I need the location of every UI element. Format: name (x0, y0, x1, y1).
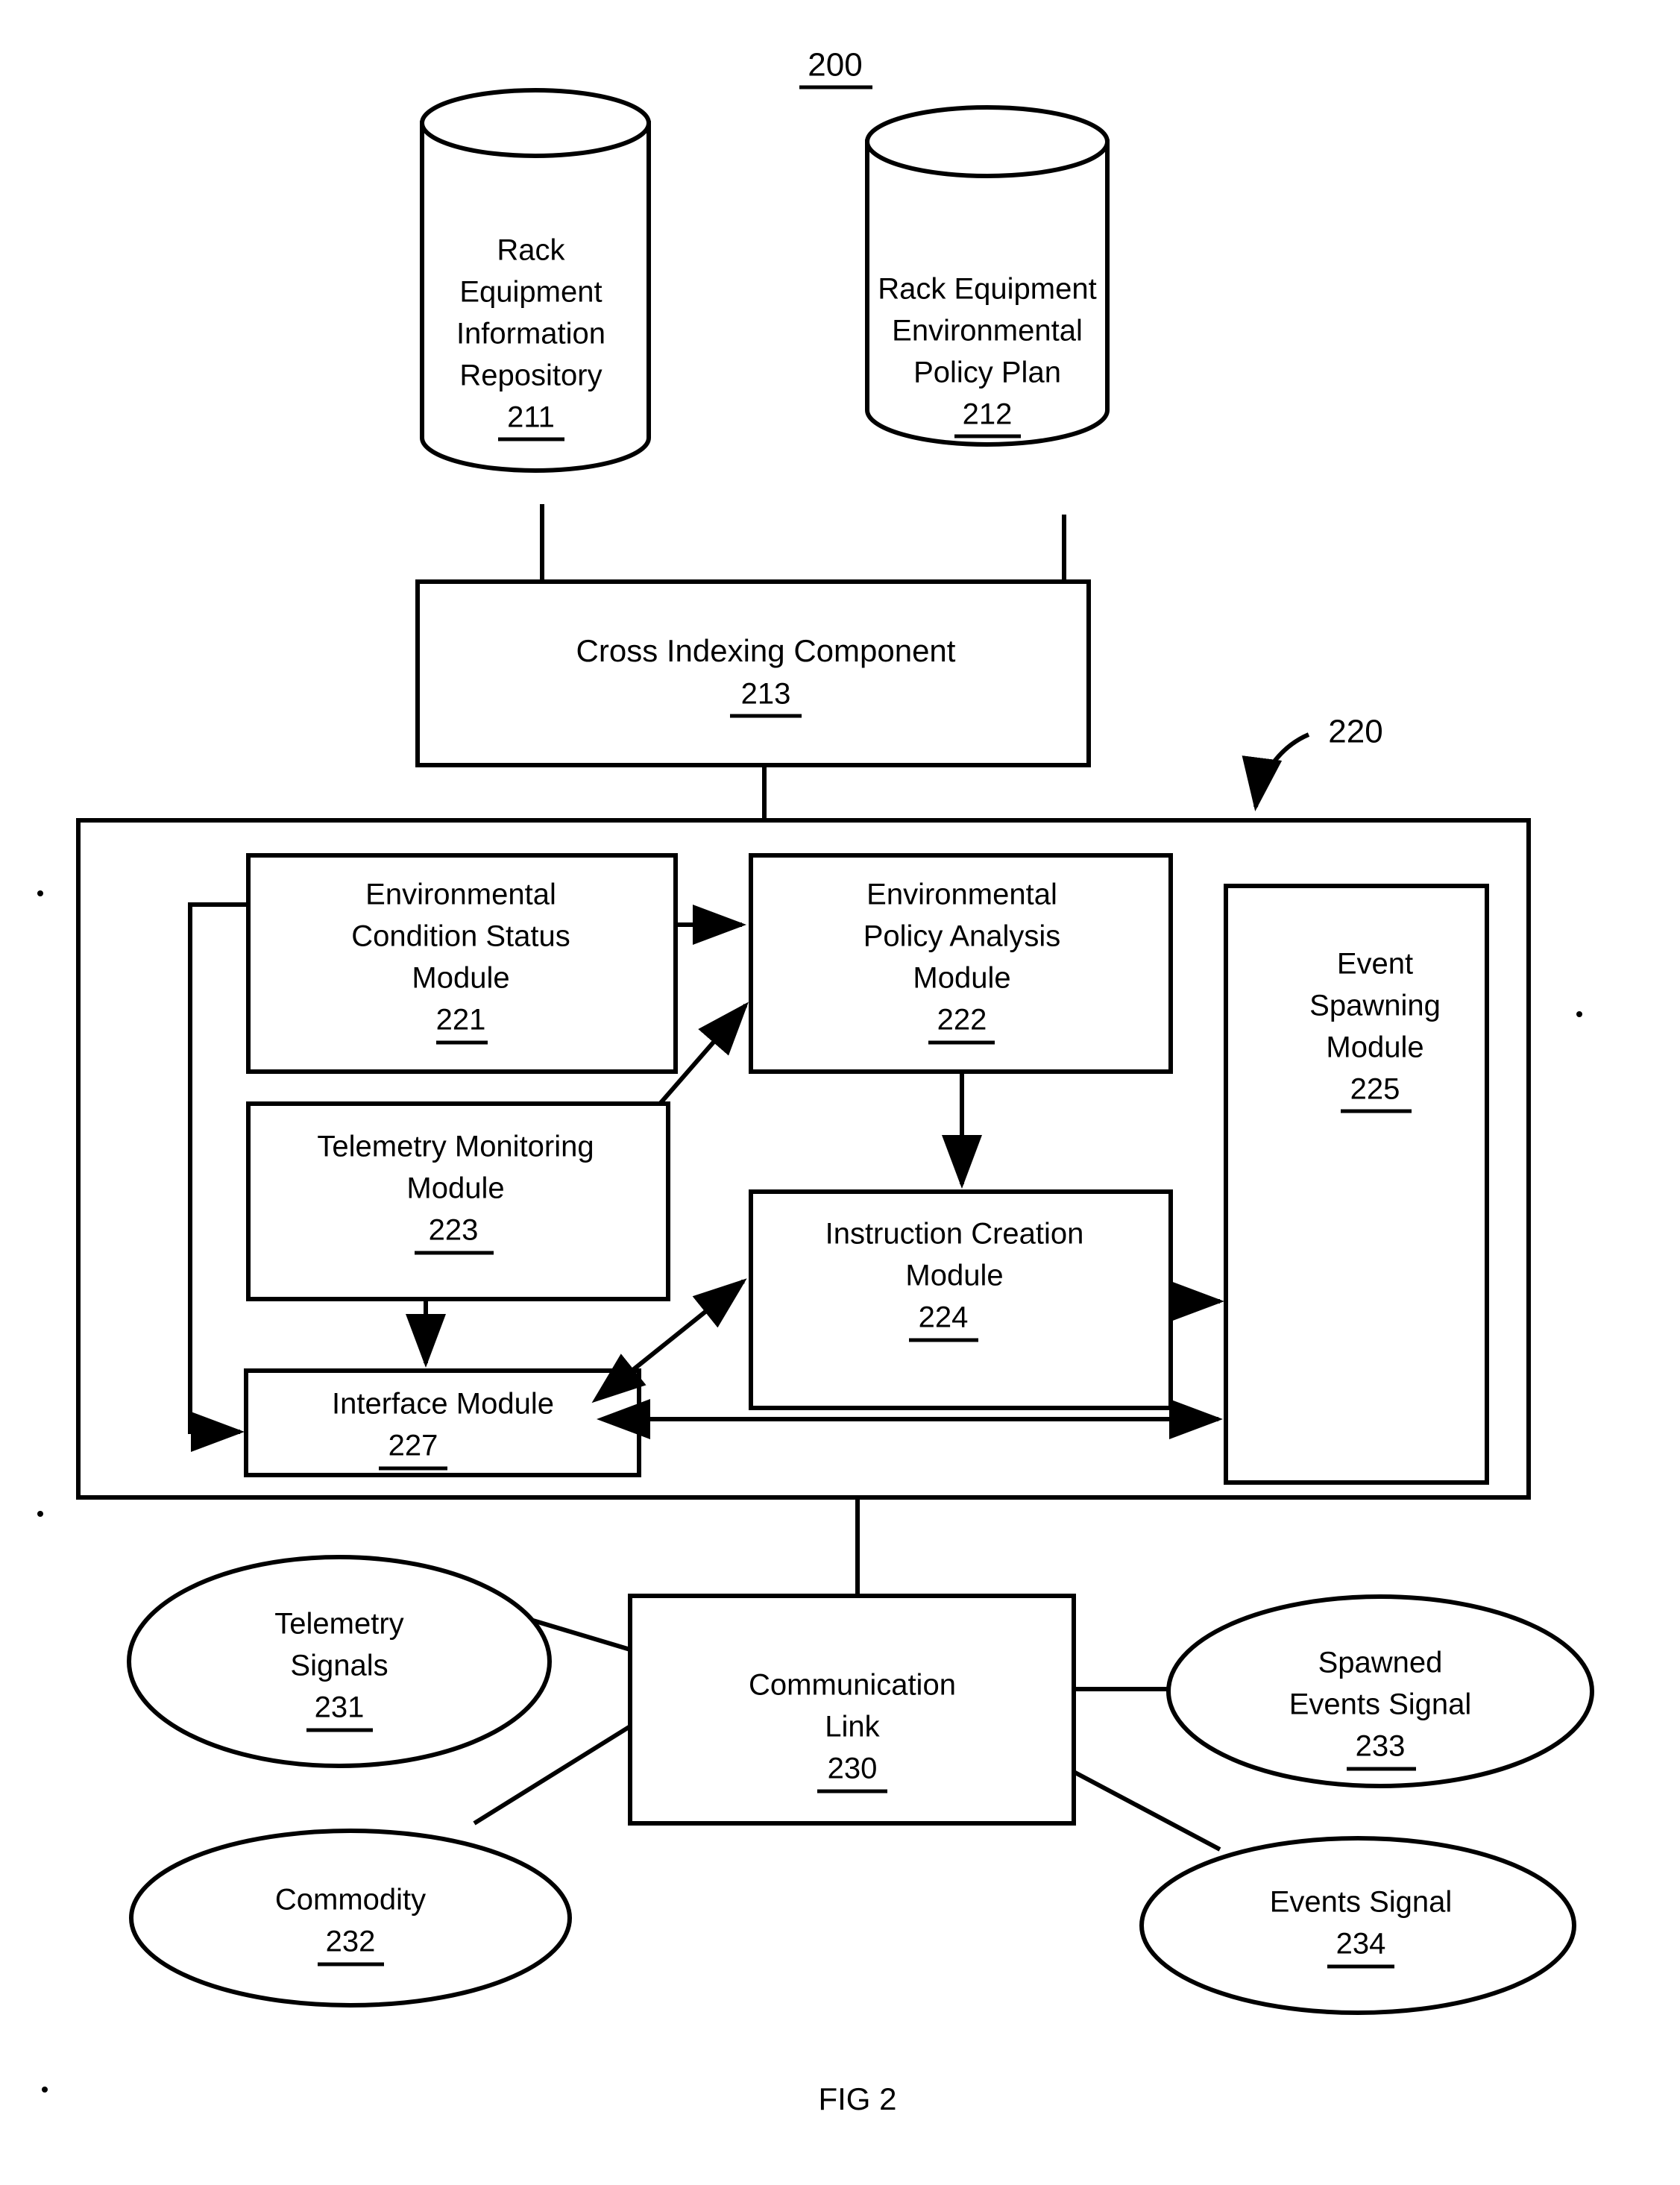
scan-speck-bottom-left (42, 2087, 48, 2093)
node-230-ref: 230 (828, 1752, 878, 1785)
node-interface-module: Interface Module 227 (244, 1368, 641, 1477)
node-221-line-0: Environmental (365, 878, 556, 911)
node-211-line-1: Equipment (459, 276, 602, 309)
node-cross-indexing-component: Cross Indexing Component 213 (415, 579, 1091, 767)
node-223-line-1: Module (406, 1172, 504, 1205)
node-spawned-events-signal: Spawned Events Signal 233 (1166, 1594, 1594, 1788)
node-232-ref: 232 (326, 1925, 376, 1958)
node-instruction-creation-module: Instruction Creation Module 224 (749, 1189, 1173, 1410)
node-234-line-0: Events Signal (1270, 1886, 1453, 1919)
box-213 (415, 579, 1091, 767)
node-227-ref: 227 (388, 1430, 438, 1462)
node-231-ref: 231 (315, 1691, 365, 1724)
node-222-line-1: Policy Analysis (863, 920, 1061, 953)
figure-caption: FIG 2 (818, 2081, 896, 2116)
node-224-ref: 224 (919, 1301, 969, 1334)
node-211-ref: 211 (507, 401, 555, 434)
node-211-line-2: Information (456, 318, 605, 350)
scan-speck-left-lower (37, 1511, 43, 1517)
node-227-line-0: Interface Module (332, 1388, 554, 1421)
node-213-line-0: Cross Indexing Component (576, 633, 956, 668)
node-rack-equipment-environmental-policy-plan: Rack Equipment Environmental Policy Plan… (865, 105, 1110, 447)
cylinder-211-top (420, 88, 651, 158)
node-221-line-2: Module (412, 962, 509, 995)
box-230 (628, 1594, 1076, 1826)
node-225-line-2: Module (1326, 1031, 1423, 1064)
node-commodity: Commodity 232 (129, 1829, 572, 2008)
node-225-line-0: Event (1337, 948, 1413, 981)
scan-speck-left-upper (37, 890, 43, 896)
node-225-line-1: Spawning (1309, 990, 1441, 1022)
node-230-line-1: Link (825, 1711, 880, 1744)
node-environmental-condition-status-module: Environmental Condition Status Module 22… (246, 853, 678, 1074)
node-224-line-1: Module (905, 1260, 1003, 1292)
node-233-line-1: Events Signal (1289, 1688, 1472, 1721)
cylinder-212-top (865, 105, 1110, 178)
node-rack-equipment-information-repository: Rack Equipment Information Repository 21… (420, 88, 651, 473)
connector-230-to-234 (1072, 1770, 1221, 1852)
node-222-line-0: Environmental (866, 878, 1057, 911)
node-environmental-policy-analysis-module: Environmental Policy Analysis Module 222 (749, 853, 1173, 1074)
ellipse-234 (1139, 1836, 1576, 2015)
node-221-line-1: Condition Status (351, 920, 570, 953)
node-221-ref: 221 (436, 1004, 486, 1037)
node-231-line-0: Telemetry (274, 1608, 403, 1641)
connector-230-to-232 (473, 1724, 632, 1826)
node-234-ref: 234 (1336, 1928, 1386, 1961)
node-223-ref: 223 (429, 1214, 479, 1247)
scan-speck-right (1576, 1011, 1582, 1017)
node-230-line-0: Communication (749, 1669, 956, 1702)
diagram-canvas: 200 Rack Equipment Information Repositor… (37, 47, 1594, 2116)
node-233-ref: 233 (1356, 1730, 1406, 1763)
node-212-line-2: Policy Plan (913, 356, 1061, 389)
node-event-spawning-module: Event Spawning Module 225 (1224, 884, 1489, 1485)
node-224-line-0: Instruction Creation (825, 1218, 1084, 1251)
box-227 (244, 1368, 641, 1477)
node-events-signal: Events Signal 234 (1139, 1836, 1576, 2015)
patent-figure-200: 200 Rack Equipment Information Repositor… (0, 0, 1680, 2185)
node-231-line-1: Signals (290, 1650, 388, 1682)
node-telemetry-signals: Telemetry Signals 231 (127, 1555, 552, 1768)
leader-line-220 (1242, 732, 1310, 811)
ellipse-232 (129, 1829, 572, 2008)
node-213-ref: 213 (741, 678, 791, 711)
node-220-ref: 220 (1328, 714, 1382, 750)
node-225-ref: 225 (1350, 1073, 1400, 1106)
node-232-line-0: Commodity (275, 1884, 426, 1917)
node-211-line-3: Repository (459, 359, 602, 392)
node-212-line-0: Rack Equipment (878, 273, 1096, 306)
node-212-ref: 212 (963, 398, 1013, 431)
node-communication-link: Communication Link 230 (628, 1594, 1076, 1826)
node-211-line-0: Rack (497, 234, 565, 267)
node-222-ref: 222 (937, 1004, 987, 1037)
figure-number-text: 200 (808, 47, 862, 84)
node-222-line-2: Module (913, 962, 1010, 995)
node-233-line-0: Spawned (1318, 1647, 1443, 1679)
node-212-line-1: Environmental (892, 315, 1083, 348)
node-telemetry-monitoring-module: Telemetry Monitoring Module 223 (246, 1101, 670, 1301)
node-223-line-0: Telemetry Monitoring (317, 1131, 594, 1163)
figure-number-200: 200 (799, 47, 872, 89)
